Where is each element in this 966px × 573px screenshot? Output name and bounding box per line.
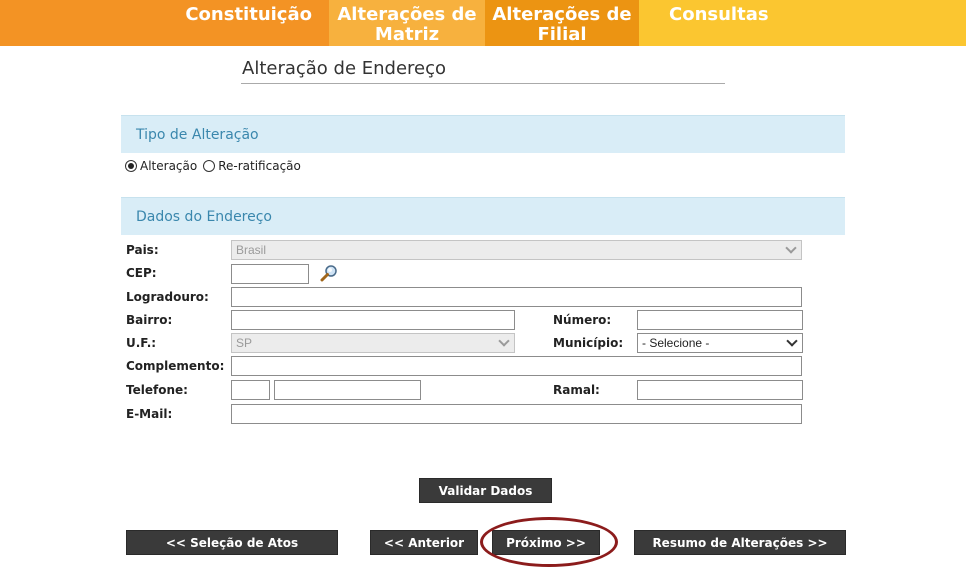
label-telefone: Telefone: xyxy=(126,383,188,397)
section-title-tipo: Tipo de Alteração xyxy=(136,127,259,143)
uf-select[interactable]: SP xyxy=(231,333,515,353)
validar-dados-button[interactable]: Validar Dados xyxy=(419,478,552,503)
nav-tab-constituicao[interactable]: Constituição xyxy=(0,0,329,46)
pais-select-value: Brasil xyxy=(236,243,267,257)
label-ramal: Ramal: xyxy=(553,383,600,397)
page-title: Alteração de Endereço xyxy=(242,58,447,79)
bairro-input[interactable] xyxy=(231,310,515,330)
tipo-alteracao-radio-group: Alteração Re-ratificação xyxy=(125,157,307,175)
radio-alteracao-label[interactable]: Alteração xyxy=(140,159,197,173)
radio-re-ratificacao-label[interactable]: Re-ratificação xyxy=(218,159,301,173)
label-numero: Número: xyxy=(553,313,612,327)
section-header-dados-endereco: Dados do Endereço xyxy=(121,197,845,235)
radio-re-ratificacao[interactable] xyxy=(203,160,216,172)
label-email: E-Mail: xyxy=(126,407,173,421)
municipio-select[interactable]: - Selecione - xyxy=(637,333,803,353)
label-municipio: Município: xyxy=(553,336,624,350)
label-cep: CEP: xyxy=(126,266,157,280)
resumo-alteracoes-button[interactable]: Resumo de Alterações >> xyxy=(634,530,846,555)
uf-select-value: SP xyxy=(236,336,253,350)
nav-tab-alteracoes-matriz[interactable]: Alterações de Matriz xyxy=(329,0,485,46)
section-title-dados: Dados do Endereço xyxy=(136,209,273,225)
label-complemento: Complemento: xyxy=(126,359,225,373)
chevron-down-icon xyxy=(785,241,797,254)
telefone-ddd-input[interactable] xyxy=(231,380,270,400)
email-input[interactable] xyxy=(231,404,802,424)
nav-tab-consultas[interactable]: Consultas xyxy=(639,0,966,46)
numero-input[interactable] xyxy=(637,310,803,330)
top-navigation: Constituição Alterações de Matriz Altera… xyxy=(0,0,966,46)
section-header-tipo-alteracao: Tipo de Alteração xyxy=(121,115,845,153)
telefone-numero-input[interactable] xyxy=(274,380,421,400)
selecao-atos-button[interactable]: << Seleção de Atos xyxy=(126,530,338,555)
complemento-input[interactable] xyxy=(231,356,802,376)
label-uf: U.F.: xyxy=(126,336,157,350)
anterior-button[interactable]: << Anterior xyxy=(370,530,478,555)
pais-select[interactable]: Brasil xyxy=(231,240,802,260)
chevron-down-icon xyxy=(786,334,798,347)
label-logradouro: Logradouro: xyxy=(126,290,209,304)
radio-alteracao[interactable] xyxy=(125,160,137,172)
logradouro-input[interactable] xyxy=(231,287,802,307)
magnifier-icon[interactable] xyxy=(320,264,338,282)
label-pais: Pais: xyxy=(126,243,159,257)
title-divider xyxy=(241,83,725,84)
municipio-select-value: - Selecione - xyxy=(642,336,710,350)
ramal-input[interactable] xyxy=(637,380,803,400)
cep-input[interactable] xyxy=(231,264,309,284)
chevron-down-icon xyxy=(498,334,510,347)
proximo-button[interactable]: Próximo >> xyxy=(492,530,600,555)
nav-tab-alteracoes-filial[interactable]: Alterações de Filial xyxy=(485,0,639,46)
label-bairro: Bairro: xyxy=(126,313,173,327)
